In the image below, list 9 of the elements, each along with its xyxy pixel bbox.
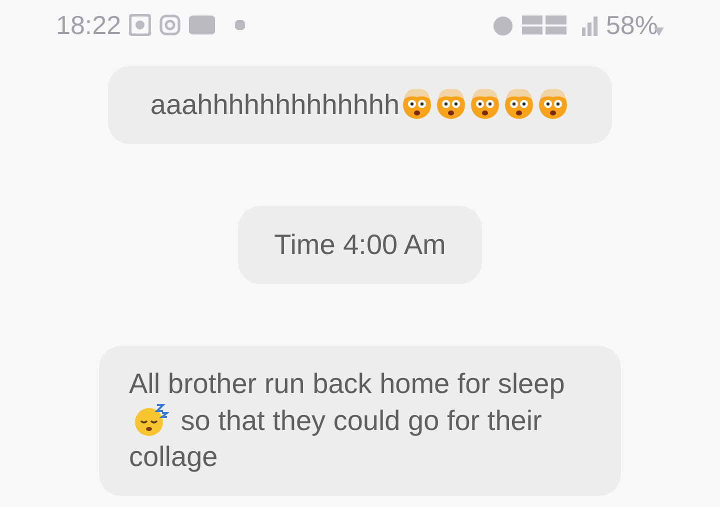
message-text: All brother run back home for sleep so that they could go for their collage <box>129 367 566 474</box>
status-time: 18:22 <box>56 8 122 42</box>
message-text: Time 4:00 Am <box>274 228 446 262</box>
message-text: aaahhhhhhhhhhhhh <box>150 84 570 126</box>
sleeping-face-icon <box>133 402 169 438</box>
gallery-icon <box>129 14 152 36</box>
camera-icon <box>159 14 182 36</box>
signal-icon <box>582 14 598 36</box>
battery-level: 58% <box>606 8 658 42</box>
